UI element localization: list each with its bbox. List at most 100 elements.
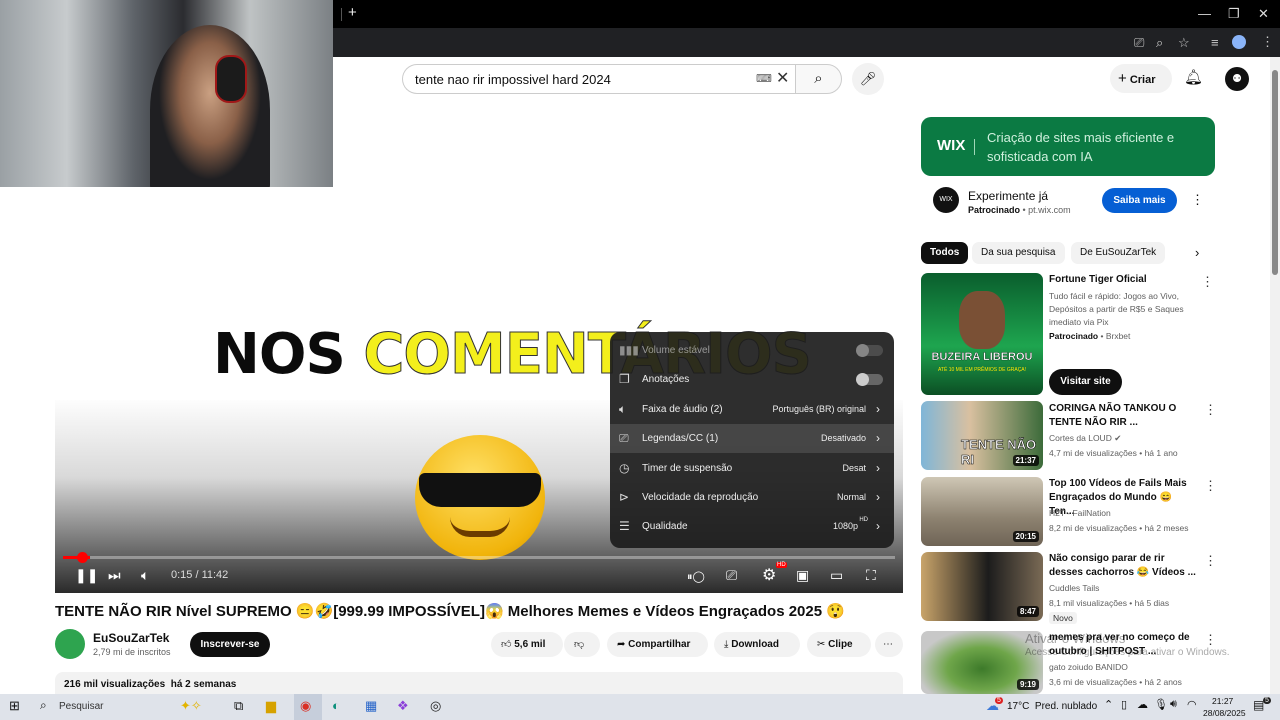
minimize-button[interactable]: — bbox=[1198, 6, 1211, 21]
rec-thumbnail[interactable]: 20:15 bbox=[921, 477, 1043, 546]
theater-mode-icon[interactable]: ▭ bbox=[830, 567, 843, 584]
chevron-right-icon: › bbox=[876, 401, 880, 416]
taskbar-search-icon[interactable]: ⌕ bbox=[40, 698, 47, 713]
autoplay-toggle-icon[interactable]: ⏸︎◯ bbox=[687, 570, 705, 584]
volume-icon[interactable]: 🔈︎ bbox=[141, 567, 149, 584]
subscribe-button[interactable]: Inscrever-se bbox=[190, 632, 270, 657]
settings-item[interactable]: ⎚ Legendas/CC (1) Desativado › bbox=[610, 424, 894, 454]
chip-all[interactable]: Todos bbox=[921, 242, 969, 264]
keyboard-icon[interactable]: ⌨ bbox=[756, 72, 772, 85]
weather-text[interactable]: 17°C Pred. nublado bbox=[1007, 701, 1097, 712]
rec-thumbnail[interactable]: 8:47 bbox=[921, 552, 1043, 621]
rec-title[interactable]: CORINGA NÃO TANKOU O TENTE NÃO RIR ... bbox=[1049, 402, 1199, 430]
close-button[interactable]: ✕ bbox=[1258, 6, 1269, 22]
rec-more-icon[interactable]: ⋮ bbox=[1204, 402, 1217, 418]
subtitles-icon[interactable]: ⎚ bbox=[726, 567, 737, 584]
store-icon[interactable]: ▦ bbox=[365, 698, 377, 714]
cast-icon[interactable]: ⎚ bbox=[1134, 35, 1144, 51]
chip-from-search[interactable]: Da sua pesquisa bbox=[972, 242, 1065, 264]
bookmark-star-icon[interactable]: ☆ bbox=[1178, 35, 1190, 51]
settings-item-value: 1080p bbox=[832, 521, 858, 532]
settings-item[interactable]: ⊳ Velocidade da reprodução Normal › bbox=[610, 483, 894, 512]
download-button[interactable]: ⤓ Download bbox=[714, 632, 800, 657]
voice-search-button[interactable]: 🎤︎ bbox=[852, 63, 884, 95]
chip-from-channel[interactable]: De EuSouZarTek bbox=[1071, 242, 1166, 264]
settings-item[interactable]: ☰ Qualidade 1080p HD › bbox=[610, 512, 894, 541]
settings-item[interactable]: 🔈︎ Faixa de áudio (2) Português (BR) origi… bbox=[610, 395, 894, 424]
share-icon: ➦ bbox=[617, 639, 626, 650]
rec-thumbnail[interactable]: BUZEIRA LIBEROU ATÉ 10 MIL EM PRÊMIOS DE… bbox=[921, 273, 1043, 395]
settings-menu: ▮▮▮ Volume estável ❐ Anotações 🔈︎ Faixa de áu… bbox=[610, 332, 894, 548]
rec-meta: 4,7 mi de visualizações • há 1 ano bbox=[1049, 448, 1178, 458]
account-avatar[interactable]: ⚉ bbox=[1225, 67, 1249, 91]
miniplayer-icon[interactable]: ▣ bbox=[796, 567, 809, 584]
copilot-sparkle-icon[interactable]: ✦✧ bbox=[180, 698, 202, 714]
channel-avatar[interactable] bbox=[55, 629, 85, 659]
scrubber-handle[interactable] bbox=[77, 552, 88, 563]
search-input[interactable]: tente nao rir impossivel hard 2024 bbox=[402, 64, 796, 94]
progress-bar[interactable] bbox=[63, 556, 895, 559]
rec-thumbnail[interactable]: TENTE NÃO RI 21:37 bbox=[921, 401, 1043, 470]
toggle-switch[interactable] bbox=[856, 344, 883, 357]
rec-title[interactable]: Fortune Tiger Oficial bbox=[1049, 273, 1199, 287]
visit-site-button[interactable]: Visitar site bbox=[1049, 369, 1122, 395]
share-label: Compartilhar bbox=[628, 639, 691, 650]
tray-onedrive-icon[interactable]: ☁ bbox=[1137, 698, 1148, 711]
settings-item[interactable]: ◷ Timer de suspensão Desat › bbox=[610, 454, 894, 483]
channel-name[interactable]: EuSouZarTek bbox=[93, 631, 169, 645]
ad-title[interactable]: Experimente já bbox=[968, 189, 1048, 203]
ad-more-icon[interactable]: ⋮ bbox=[1191, 192, 1204, 208]
share-button[interactable]: ➦ Compartilhar bbox=[607, 632, 708, 657]
dislike-button[interactable]: 👎︎ bbox=[564, 632, 600, 657]
taskbar-time[interactable]: 21:27 bbox=[1212, 696, 1233, 706]
clear-search-icon[interactable]: ✕ bbox=[776, 68, 789, 88]
audio-track-icon: 🔈︎ bbox=[619, 401, 627, 416]
settings-item-label: Anotações bbox=[642, 374, 690, 386]
fullscreen-icon[interactable]: ⛶ bbox=[866, 567, 876, 584]
create-button[interactable]: + Criar bbox=[1110, 64, 1172, 93]
obs-icon[interactable]: ◎ bbox=[430, 698, 441, 714]
tray-volume-icon[interactable]: 🔊︎ bbox=[1170, 698, 1177, 711]
chips-next-chevron-icon[interactable]: › bbox=[1195, 245, 1199, 260]
rec-more-icon[interactable]: ⋮ bbox=[1201, 274, 1214, 290]
windows-activation-watermark: Ativar o Windows Acesse Configurações pa… bbox=[1025, 631, 1230, 659]
rec-more-icon[interactable]: ⋮ bbox=[1204, 553, 1217, 569]
new-tab-button[interactable]: + bbox=[348, 4, 357, 21]
restore-button[interactable]: ❐ bbox=[1228, 6, 1240, 22]
ad-banner-divider bbox=[974, 139, 975, 155]
like-button[interactable]: 👍︎ 5,6 mil bbox=[491, 632, 563, 657]
task-view-icon[interactable]: ⧉ bbox=[234, 698, 243, 714]
scrollbar-thumb[interactable] bbox=[1272, 70, 1278, 275]
next-icon[interactable]: ⏭︎ bbox=[108, 567, 121, 584]
settings-item[interactable]: ▮▮▮ Volume estável bbox=[610, 336, 894, 365]
rec-more-icon[interactable]: ⋮ bbox=[1204, 478, 1217, 494]
pause-icon[interactable]: ❚❚ bbox=[75, 567, 98, 584]
clip-button[interactable]: ✂ Clipe bbox=[807, 632, 871, 657]
taskbar-date[interactable]: 28/08/2025 bbox=[1203, 708, 1246, 718]
tray-mic-icon[interactable]: 🎙︎ bbox=[1154, 698, 1168, 711]
tray-network-icon[interactable]: ▯ bbox=[1121, 698, 1127, 711]
kebab-menu-icon[interactable]: ⋮ bbox=[1261, 34, 1274, 50]
chrome-icon[interactable]: ◉ bbox=[300, 698, 311, 714]
tray-wifi-icon[interactable]: ◠ bbox=[1187, 698, 1197, 711]
search-button[interactable]: ⌕ bbox=[795, 64, 842, 94]
ad-banner[interactable]: WIX Criação de sites mais eficiente e so… bbox=[921, 117, 1215, 176]
toggle-switch[interactable] bbox=[856, 373, 883, 387]
copilot-app-icon[interactable]: ❖ bbox=[397, 698, 409, 714]
ad-cta-button[interactable]: Saiba mais bbox=[1102, 188, 1177, 213]
settings-item[interactable]: ❐ Anotações bbox=[610, 365, 894, 394]
settings-gear-icon[interactable]: ⚙ HD bbox=[762, 562, 787, 585]
profile-avatar[interactable] bbox=[1232, 35, 1246, 49]
rec-title[interactable]: Não consigo parar de rir desses cachorro… bbox=[1049, 552, 1199, 580]
more-actions-button[interactable]: ⋯ bbox=[875, 632, 903, 657]
zoom-icon[interactable]: ⌕ bbox=[1156, 35, 1163, 51]
taskbar-search-box[interactable]: Pesquisar bbox=[59, 701, 103, 712]
tray-chevron-icon[interactable]: ⌃ bbox=[1104, 698, 1113, 711]
ad-logo[interactable]: WIX bbox=[933, 187, 959, 213]
notifications-bell-icon[interactable]: 🔔︎ bbox=[1184, 68, 1203, 86]
file-explorer-icon[interactable]: ▆ bbox=[266, 698, 276, 714]
thumb-person bbox=[959, 291, 1005, 349]
edge-icon[interactable]: ◐ bbox=[332, 698, 340, 713]
windows-start-icon[interactable]: ⊞ bbox=[9, 698, 20, 714]
media-controls-icon[interactable]: ≡ bbox=[1211, 35, 1219, 50]
